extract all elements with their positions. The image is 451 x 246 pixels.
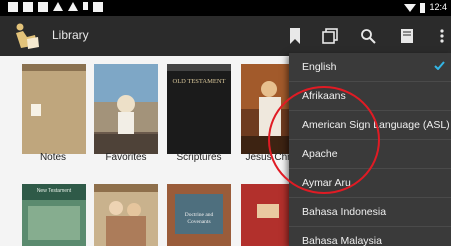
notification-icon <box>8 2 18 12</box>
menu-item-afrikaans[interactable]: Afrikaans <box>289 82 451 111</box>
menu-item-aymar-aru[interactable]: Aymar Aru <box>289 169 451 198</box>
children-cover <box>94 184 158 246</box>
language-menu: English Afrikaans American Sign Language… <box>289 53 451 246</box>
menu-item-bahasa-indonesia[interactable]: Bahasa Indonesia <box>289 198 451 227</box>
menu-item-english[interactable]: English <box>289 53 451 82</box>
notes-cover <box>22 64 86 154</box>
menu-item-apache[interactable]: Apache <box>289 140 451 169</box>
battery-icon <box>420 2 426 13</box>
cloud-icon <box>38 2 48 12</box>
scriptures-cover-title: OLD TESTAMENT <box>172 78 226 85</box>
warning-icon <box>53 2 63 11</box>
system-icons: 12:4 <box>404 2 447 13</box>
bookmark-icon[interactable] <box>285 26 305 46</box>
app-notification-icon <box>93 2 103 12</box>
status-bar: 12:4 <box>0 0 451 16</box>
favorites-cover <box>94 64 158 154</box>
notebook-icon[interactable] <box>397 26 417 46</box>
notification-icons <box>8 2 103 12</box>
search-icon[interactable] <box>358 26 378 46</box>
menu-item-label: Bahasa Indonesia <box>302 206 387 218</box>
menu-item-label: American Sign Language (ASL) <box>302 119 450 131</box>
app-bar: Library <box>0 16 451 56</box>
menu-item-label: Apache <box>302 148 338 160</box>
windows-icon[interactable] <box>320 26 340 46</box>
check-icon <box>434 61 445 70</box>
menu-item-label: Afrikaans <box>302 90 346 102</box>
menu-item-bahasa-malaysia[interactable]: Bahasa Malaysia <box>289 227 451 246</box>
android-screen: 12:4 Library Notes Favorites OLD TESTAME… <box>0 0 451 246</box>
notification-icon <box>23 2 33 12</box>
menu-item-label: English <box>302 61 337 73</box>
app-title: Library <box>52 28 89 42</box>
wifi-icon <box>404 3 417 12</box>
status-time: 12:4 <box>429 2 447 12</box>
doctrine-and-covenants-title: Doctrine and Covenants <box>184 212 214 225</box>
menu-item-asl[interactable]: American Sign Language (ASL) <box>289 111 451 140</box>
menu-item-label: Aymar Aru <box>302 177 351 189</box>
gospel-library-logo-icon[interactable] <box>13 21 41 51</box>
more-options-icon[interactable] <box>432 26 451 46</box>
new-testament-cover-title: New Testament <box>36 188 72 194</box>
warning-icon <box>68 2 78 11</box>
menu-item-label: Bahasa Malaysia <box>302 235 382 246</box>
signal-icon <box>83 2 88 10</box>
